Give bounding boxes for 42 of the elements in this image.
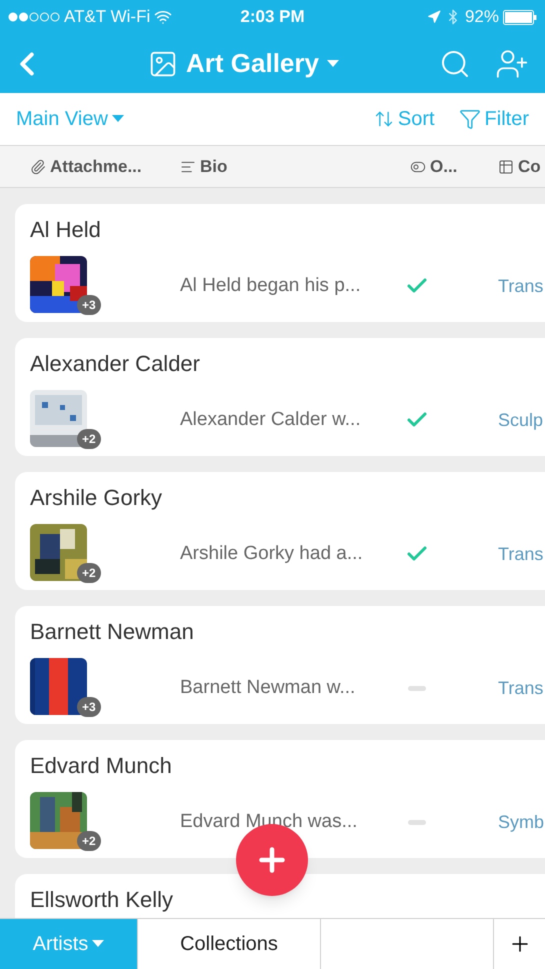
record-name: Al Held bbox=[30, 216, 101, 244]
record-card[interactable]: Barnett Newman +3 Barnett Newman w... Trans bbox=[15, 606, 545, 724]
bio-text: Alexander Calder w... bbox=[180, 408, 362, 432]
record-name: Edvard Munch bbox=[30, 752, 172, 780]
column-header[interactable]: Co bbox=[498, 154, 541, 180]
record-card[interactable]: Arshile Gorky +2 Arshile Gorky had a... Trans bbox=[15, 472, 545, 590]
bio-text: Al Held began his p... bbox=[180, 274, 362, 298]
bio-text: Barnett Newman w... bbox=[180, 676, 356, 700]
column-header[interactable]: Attachme... bbox=[30, 154, 142, 180]
record-name: Barnett Newman bbox=[30, 618, 194, 646]
wifi-icon bbox=[154, 8, 172, 26]
record-card[interactable]: Al Held +3 Al Held began his p... Trans bbox=[15, 204, 545, 322]
column-header[interactable]: Bio bbox=[180, 154, 228, 180]
carrier-label: AT&T Wi-Fi bbox=[64, 6, 150, 28]
battery-icon bbox=[503, 10, 537, 24]
category-text: Sculp bbox=[498, 408, 544, 432]
record-card[interactable]: Ellsworth Kelly bbox=[15, 874, 545, 918]
record-name: Alexander Calder bbox=[30, 350, 200, 378]
clock: 2:03 PM bbox=[240, 6, 305, 28]
caret-icon bbox=[112, 115, 124, 123]
category-text: Trans bbox=[498, 676, 544, 700]
category-text: Trans bbox=[498, 274, 544, 298]
record-card[interactable]: Alexander Calder +2 Alexander Calder w... Sculp bbox=[15, 338, 545, 456]
attachment-count-badge: +2 bbox=[77, 429, 101, 449]
attachment-count-badge: +3 bbox=[77, 295, 101, 315]
category-text: Symb bbox=[498, 810, 544, 834]
attachment-count-badge: +3 bbox=[77, 697, 101, 717]
caret-icon bbox=[326, 60, 339, 68]
caret-icon bbox=[92, 940, 104, 948]
bio-text: Arshile Gorky had a... bbox=[180, 542, 364, 566]
battery-percent: 92% bbox=[464, 6, 499, 28]
column-header[interactable]: O... bbox=[410, 154, 458, 180]
attachment-count-badge: +2 bbox=[77, 563, 101, 583]
record-name: Arshile Gorky bbox=[30, 484, 162, 512]
category-text: Trans bbox=[498, 542, 544, 566]
filter-icon bbox=[458, 108, 481, 130]
location-icon bbox=[426, 10, 441, 24]
attachment-field-icon bbox=[30, 158, 46, 174]
record-name: Ellsworth Kelly bbox=[30, 886, 174, 914]
sort-icon bbox=[374, 109, 394, 129]
signal-icon bbox=[8, 12, 60, 22]
attachment-count-badge: +2 bbox=[77, 831, 101, 851]
